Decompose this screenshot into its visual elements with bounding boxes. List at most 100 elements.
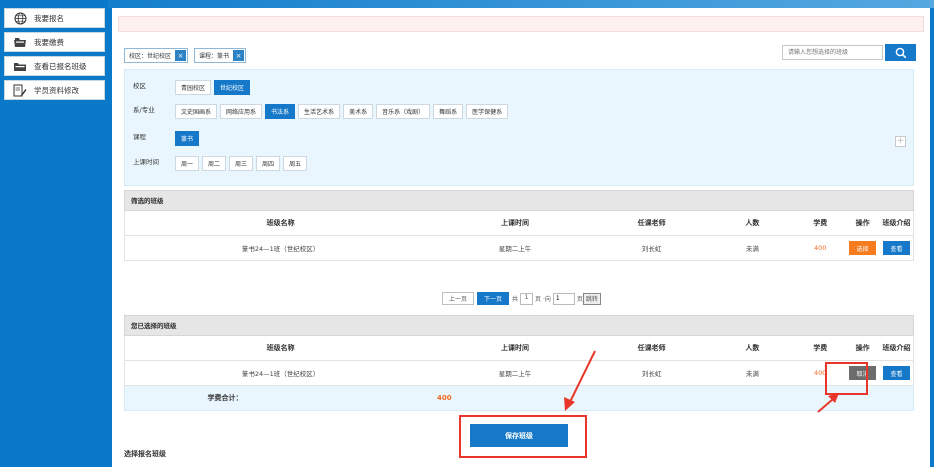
option-course-0[interactable]: 篆书 <box>175 131 200 146</box>
option-dept-1[interactable]: 网络应用系 <box>220 104 263 119</box>
search-icon <box>895 47 906 58</box>
globe-icon <box>13 12 27 24</box>
option-time-1[interactable]: 周二 <box>202 156 227 171</box>
option-time-2[interactable]: 周三 <box>229 156 254 171</box>
option-dept-0[interactable]: 文史国画系 <box>175 104 218 119</box>
sidebar-item-view-classes[interactable]: 查看已报名班级 <box>4 56 105 76</box>
sidebar-item-edit-profile[interactable]: 学员资料修改 <box>4 80 105 100</box>
col-action: 操作 <box>855 344 870 352</box>
filter-label: 校区 <box>133 81 146 90</box>
chip-label: 课程：篆书 <box>199 53 230 60</box>
briefcase-icon <box>13 36 27 48</box>
class-teacher: 刘长虹 <box>641 370 662 378</box>
col-intro: 班级介绍 <box>882 344 911 352</box>
col-teacher: 任课老师 <box>637 219 666 227</box>
view-button[interactable]: 查看 <box>883 366 911 380</box>
cancel-highlight-box <box>825 362 868 395</box>
filter-row-time: 上课时间 周一 周二 周三 周四 周五 <box>125 156 310 171</box>
sidebar-item-label: 查看已报名班级 <box>34 61 87 71</box>
intro-cell: 查看 <box>880 361 913 385</box>
goto-page-input[interactable] <box>552 292 575 305</box>
filter-label: 上课时间 <box>133 157 159 166</box>
class-name: 篆书24—1班（世纪校区） <box>241 370 320 378</box>
search-button[interactable] <box>885 44 916 61</box>
expand-button[interactable]: + <box>895 136 906 147</box>
option-dept-4[interactable]: 美术系 <box>343 104 374 119</box>
col-action: 操作 <box>855 219 870 227</box>
fee-total-value: 400 <box>437 394 452 402</box>
option-campus-qingyuan[interactable]: 青园校区 <box>175 80 212 95</box>
top-bar <box>0 0 934 8</box>
class-count: 未满 <box>745 370 759 378</box>
option-time-3[interactable]: 周四 <box>256 156 281 171</box>
filter-row-course: 课程 篆书 <box>125 131 202 146</box>
col-fee: 学费 <box>813 219 828 227</box>
section-title: 筛选的班级 <box>124 190 914 211</box>
action-cell: 选择 <box>845 236 880 260</box>
option-dept-2[interactable]: 书法系 <box>265 104 296 119</box>
intro-cell: 查看 <box>880 236 913 260</box>
main-content: 校区：世纪校区 × 课程：篆书 × 校区 青园校区 世纪校区 系/专业 文史国画… <box>112 8 930 467</box>
sidebar: 我要报名 我要缴费 查看已报名班级 学员资料修改 <box>0 0 108 467</box>
save-button[interactable]: 保存班级 <box>470 424 568 447</box>
class-count: 未满 <box>745 245 759 253</box>
option-dept-7[interactable]: 医学保健系 <box>466 104 509 119</box>
bottom-section-title: 选择报名班级 <box>124 450 166 458</box>
sidebar-item-register[interactable]: 我要报名 <box>4 8 105 28</box>
class-fee: 400 <box>814 244 827 252</box>
col-name: 班级名称 <box>266 344 295 352</box>
pager-goto-label: 页 ·向 <box>535 296 551 303</box>
next-page-button[interactable]: 下一页 <box>477 292 510 305</box>
filter-chip-campus: 校区：世纪校区 × <box>124 48 189 63</box>
filter-row-campus: 校区 青园校区 世纪校区 <box>125 80 253 95</box>
pagination: 上一页 下一页 共 1 页 ·向 页 跳转 <box>442 292 601 305</box>
notice-bar <box>118 16 924 32</box>
selected-filters: 校区：世纪校区 × 课程：篆书 × <box>124 48 247 63</box>
filtered-classes-section: 筛选的班级 班级名称 上课时间 任课老师 人数 学费 操作 班级介绍 篆书24—… <box>124 190 914 261</box>
fee-total-row: 学费合计： 400 <box>124 386 914 411</box>
class-time: 星期二上午 <box>498 245 532 253</box>
class-teacher: 刘长虹 <box>641 245 662 253</box>
table-row: 篆书24—1班（世纪校区） 星期二上午 刘长虹 未满 400 选择 查看 <box>124 236 914 261</box>
table-header: 班级名称 上课时间 任课老师 人数 学费 操作 班级介绍 <box>124 336 914 361</box>
filter-label: 课程 <box>133 132 146 141</box>
pager-total-label: 共 <box>512 296 519 303</box>
table-row: 篆书24—1班（世纪校区） 星期二上午 刘长虹 未满 400 取消 查看 <box>124 361 914 386</box>
class-time: 星期二上午 <box>498 370 532 378</box>
prev-page-button[interactable]: 上一页 <box>442 292 475 305</box>
edit-icon <box>13 84 27 96</box>
option-campus-shiji[interactable]: 世纪校区 <box>214 80 251 95</box>
col-fee: 学费 <box>813 344 828 352</box>
sidebar-item-pay[interactable]: 我要缴费 <box>4 32 105 52</box>
col-teacher: 任课老师 <box>637 344 666 352</box>
selected-classes-section: 您已选择的班级 班级名称 上课时间 任课老师 人数 学费 操作 班级介绍 篆书2… <box>124 315 914 411</box>
col-name: 班级名称 <box>266 219 295 227</box>
view-button[interactable]: 查看 <box>883 241 911 255</box>
search-bar <box>782 44 916 61</box>
close-icon[interactable]: × <box>233 50 245 61</box>
search-input[interactable] <box>782 45 883 60</box>
section-title: 您已选择的班级 <box>124 315 914 336</box>
col-intro: 班级介绍 <box>882 219 911 227</box>
col-count: 人数 <box>745 219 760 227</box>
table-header: 班级名称 上课时间 任课老师 人数 学费 操作 班级介绍 <box>124 211 914 236</box>
close-icon[interactable]: × <box>175 50 187 61</box>
select-button[interactable]: 选择 <box>849 241 877 255</box>
chip-label: 校区：世纪校区 <box>129 53 172 60</box>
option-dept-5[interactable]: 音乐系（戏剧） <box>376 104 431 119</box>
option-dept-6[interactable]: 舞蹈系 <box>433 104 464 119</box>
filter-row-department: 系/专业 文史国画系 网络应用系 书法系 生活艺术系 美术系 音乐系（戏剧） 舞… <box>125 104 511 119</box>
goto-button[interactable]: 跳转 <box>582 292 601 305</box>
folder-icon <box>13 60 27 72</box>
col-time: 上课时间 <box>501 344 529 352</box>
option-dept-3[interactable]: 生活艺术系 <box>298 104 341 119</box>
col-time: 上课时间 <box>501 219 529 227</box>
filter-label: 系/专业 <box>133 105 155 114</box>
option-time-4[interactable]: 周五 <box>283 156 308 171</box>
option-time-0[interactable]: 周一 <box>175 156 200 171</box>
sidebar-item-label: 我要报名 <box>34 13 64 23</box>
filter-panel: 校区 青园校区 世纪校区 系/专业 文史国画系 网络应用系 书法系 生活艺术系 … <box>124 69 914 186</box>
filter-chip-course: 课程：篆书 × <box>194 48 247 63</box>
sidebar-item-label: 学员资料修改 <box>34 85 79 95</box>
sidebar-item-label: 我要缴费 <box>34 37 64 47</box>
